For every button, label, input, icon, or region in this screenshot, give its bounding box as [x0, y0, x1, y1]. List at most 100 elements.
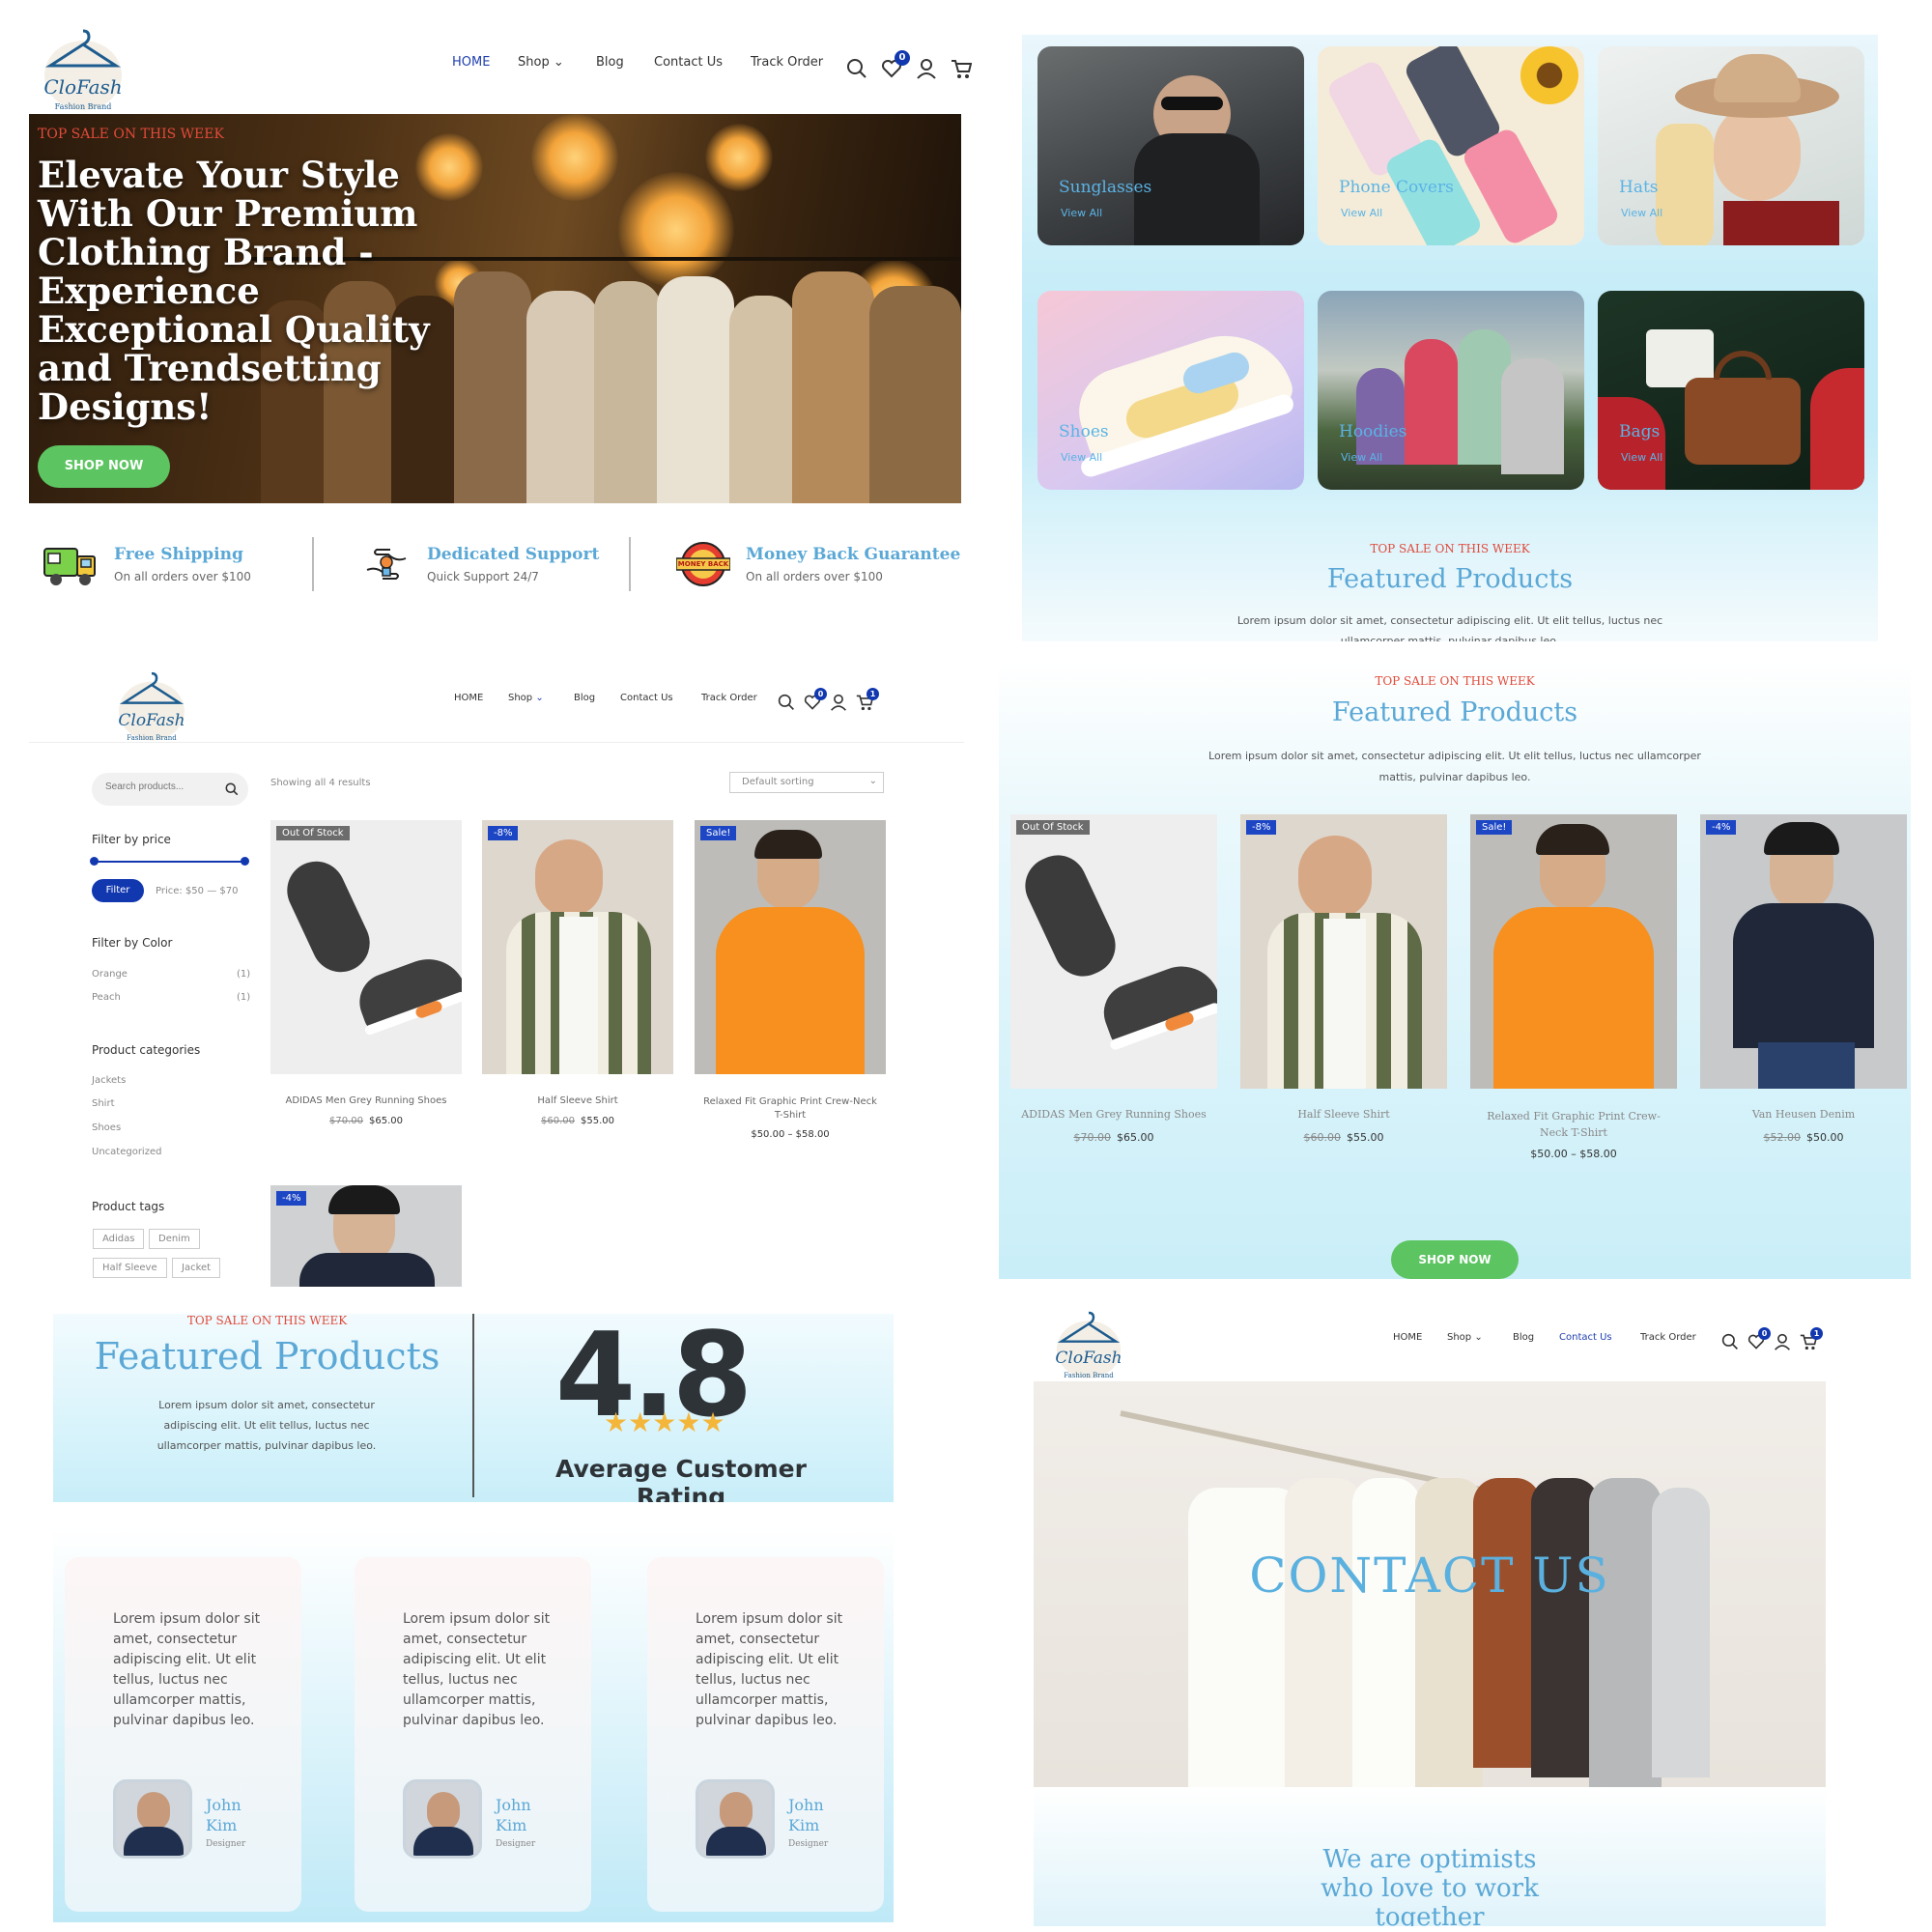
category-link-jackets[interactable]: Jackets — [92, 1075, 126, 1086]
color-filter-peach[interactable]: Peach — [92, 992, 121, 1003]
section-description: Lorem ipsum dolor sit amet, consectetur … — [1208, 750, 1701, 783]
rating-panel: TOP SALE ON THIS WEEK Featured Products … — [53, 1314, 894, 1502]
product-card[interactable]: -4% — [270, 1185, 462, 1287]
testimonial-text: Lorem ipsum dolor sit amet, consectetur … — [696, 1611, 843, 1728]
cart-icon[interactable] — [951, 58, 973, 83]
nav-track-order[interactable]: Track Order — [701, 693, 757, 703]
featured-shop-now-button[interactable]: SHOP NOW — [1391, 1240, 1519, 1279]
category-card-sunglasses[interactable]: Sunglasses View All — [1037, 46, 1304, 245]
account-icon[interactable] — [1774, 1333, 1791, 1354]
category-card-hoodies[interactable]: Hoodies View All — [1318, 291, 1584, 490]
section-description: Lorem ipsum dolor sit amet, consectetur … — [156, 1399, 377, 1452]
product-image[interactable] — [1240, 814, 1447, 1089]
product-card[interactable]: -8% Half Sleeve Shirt $60.00 $55.00 — [1240, 814, 1447, 1162]
price-slider-handle-max[interactable] — [241, 857, 249, 866]
money-back-icon: MONEY BACK — [676, 541, 730, 587]
category-link-shirt[interactable]: Shirt — [92, 1098, 115, 1109]
category-card-shoes[interactable]: Shoes View All — [1037, 291, 1304, 490]
nav-home[interactable]: HOME — [454, 693, 483, 703]
category-view-all-link[interactable]: View All — [1621, 207, 1662, 219]
wishlist-icon[interactable]: 0 — [881, 50, 910, 83]
nav-shop[interactable]: Shop ⌄ — [1447, 1332, 1483, 1343]
logo[interactable]: CloFash Fashion Brand — [39, 25, 128, 114]
nav-track-order[interactable]: Track Order — [751, 55, 823, 70]
product-image[interactable] — [1470, 814, 1677, 1089]
nav-home[interactable]: HOME — [452, 55, 490, 70]
color-filter-orange[interactable]: Orange — [92, 969, 128, 980]
filter-price-heading: Filter by price — [92, 833, 171, 846]
feature-title: Dedicated Support — [427, 545, 600, 564]
tag-jacket[interactable]: Jacket — [172, 1258, 221, 1278]
product-current-price: $65.00 — [1117, 1131, 1154, 1144]
category-view-all-link[interactable]: View All — [1061, 207, 1102, 219]
cart-icon[interactable]: 1 — [856, 688, 879, 715]
sorting-select[interactable]: Default sorting ⌄ — [729, 772, 884, 793]
product-search[interactable] — [92, 773, 248, 806]
product-name[interactable]: ADIDAS Men Grey Running Shoes — [1010, 1108, 1217, 1121]
nav-blog[interactable]: Blog — [574, 693, 595, 703]
nav-blog[interactable]: Blog — [596, 55, 624, 70]
category-card-phone-covers[interactable]: Phone Covers View All — [1318, 46, 1584, 245]
product-card[interactable]: Sale! Relaxed Fit Graphic Print Crew-Nec… — [1470, 814, 1677, 1181]
hero-shop-now-button[interactable]: SHOP NOW — [38, 445, 170, 488]
account-icon[interactable] — [916, 58, 937, 83]
tag-adidas[interactable]: Adidas — [93, 1229, 145, 1249]
category-view-all-link[interactable]: View All — [1061, 451, 1102, 464]
search-input[interactable] — [105, 781, 212, 792]
search-icon[interactable] — [846, 58, 867, 83]
category-view-all-link[interactable]: View All — [1341, 207, 1382, 219]
product-name[interactable]: Van Heusen Denim — [1700, 1108, 1907, 1121]
price-slider-handle-min[interactable] — [90, 857, 99, 866]
nav-contact[interactable]: Contact Us — [1559, 1332, 1612, 1343]
category-card-hats[interactable]: Hats View All — [1598, 46, 1864, 245]
nav-track-order[interactable]: Track Order — [1640, 1332, 1696, 1343]
cart-icon[interactable]: 1 — [1800, 1327, 1823, 1354]
nav-home[interactable]: HOME — [1393, 1332, 1422, 1343]
product-name[interactable]: ADIDAS Men Grey Running Shoes — [270, 1095, 462, 1106]
product-card[interactable]: Sale! Relaxed Fit Graphic Print Crew-Nec… — [695, 820, 886, 1153]
product-image[interactable] — [482, 820, 673, 1074]
product-card[interactable]: Out Of Stock ADIDAS Men Grey Running Sho… — [1010, 814, 1217, 1162]
feature-title: Free Shipping — [114, 545, 243, 564]
divider — [629, 537, 631, 591]
product-card[interactable]: -4% Van Heusen Denim $52.00 $50.00 — [1700, 814, 1907, 1162]
nav-shop[interactable]: Shop ⌄ — [518, 55, 564, 70]
search-icon[interactable] — [778, 694, 795, 715]
tag-denim[interactable]: Denim — [149, 1229, 200, 1249]
account-icon[interactable] — [830, 694, 847, 715]
logo[interactable]: CloFash Fashion Brand — [114, 668, 189, 744]
tag-half-sleeve[interactable]: Half Sleeve — [93, 1258, 167, 1278]
product-card[interactable]: -8% Half Sleeve Shirt $60.00 $55.00 — [482, 820, 673, 1139]
nav-shop[interactable]: Shop ⌄ — [508, 693, 544, 703]
search-icon[interactable] — [1721, 1333, 1739, 1354]
product-image[interactable] — [1010, 814, 1217, 1089]
nav-contact[interactable]: Contact Us — [654, 55, 723, 70]
hero-title: Elevate Your Style With Our Premium Clot… — [38, 154, 430, 428]
header-icons: 0 1 — [778, 688, 879, 715]
category-link-uncategorized[interactable]: Uncategorized — [92, 1147, 161, 1157]
product-image[interactable] — [270, 820, 462, 1074]
product-image[interactable] — [1700, 814, 1907, 1089]
product-card[interactable]: Out Of Stock ADIDAS Men Grey Running Sho… — [270, 820, 462, 1139]
search-icon[interactable] — [225, 782, 239, 796]
wishlist-icon[interactable]: 0 — [804, 688, 827, 715]
filter-button[interactable]: Filter — [92, 879, 144, 902]
category-card-bags[interactable]: Bags View All — [1598, 291, 1864, 490]
testimonial-card: Lorem ipsum dolor sit amet, consectetur … — [65, 1557, 301, 1912]
nav-blog[interactable]: Blog — [1513, 1332, 1534, 1343]
product-name[interactable]: Half Sleeve Shirt — [1240, 1108, 1447, 1121]
logo[interactable]: CloFash Fashion Brand — [1052, 1308, 1125, 1381]
price-slider-track[interactable] — [94, 861, 245, 863]
product-price: $70.00 $65.00 — [270, 1116, 462, 1126]
nav-contact[interactable]: Contact Us — [620, 693, 673, 703]
product-name[interactable]: Half Sleeve Shirt — [482, 1095, 673, 1106]
testimonial-card: Lorem ipsum dolor sit amet, consectetur … — [647, 1557, 884, 1912]
product-name[interactable]: Relaxed Fit Graphic Print Crew-Neck T-Sh… — [695, 1095, 886, 1122]
wishlist-icon[interactable]: 0 — [1747, 1327, 1771, 1354]
testimonial-text: Lorem ipsum dolor sit amet, consectetur … — [113, 1611, 261, 1728]
category-view-all-link[interactable]: View All — [1341, 451, 1382, 464]
category-view-all-link[interactable]: View All — [1621, 451, 1662, 464]
category-link-shoes[interactable]: Shoes — [92, 1122, 121, 1133]
product-name[interactable]: Relaxed Fit Graphic Print Crew-Neck T-Sh… — [1470, 1108, 1677, 1141]
product-image[interactable] — [695, 820, 886, 1074]
